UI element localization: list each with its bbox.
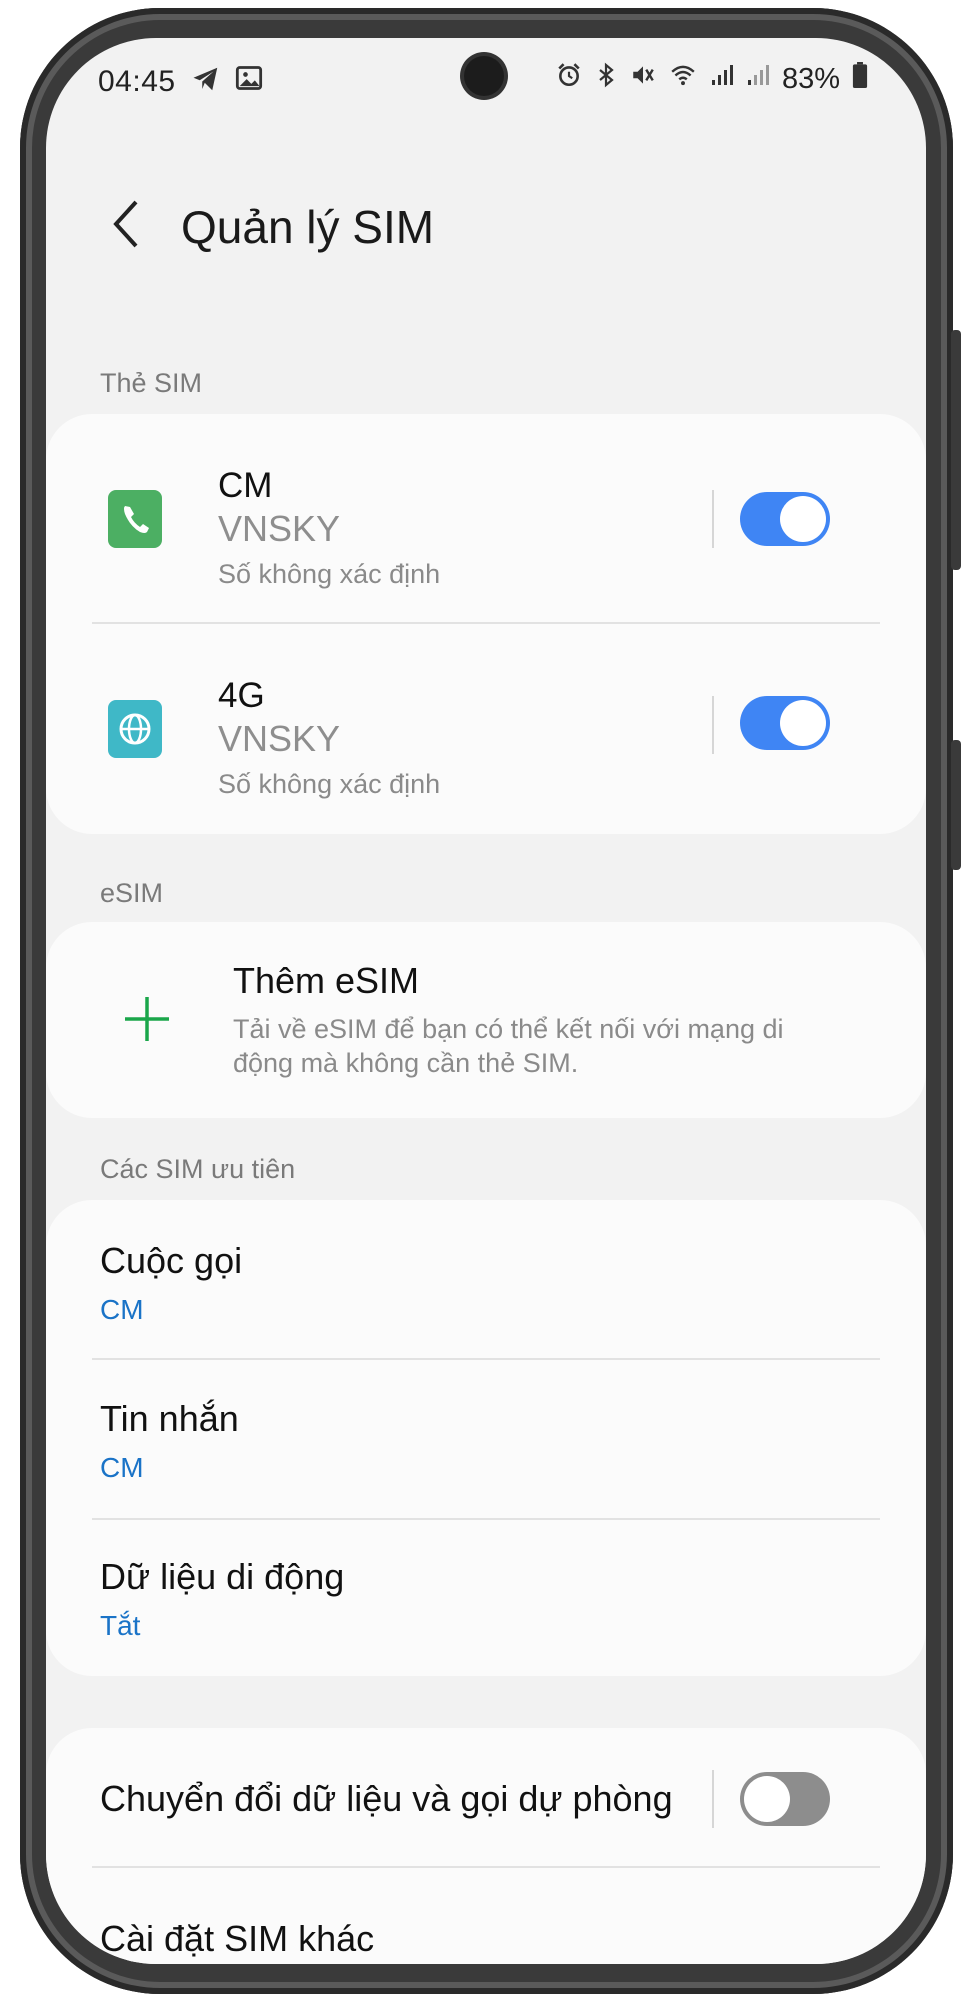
sim-row-4g[interactable]: 4G VNSKY Số không xác định <box>46 624 926 832</box>
status-time: 04:45 <box>98 65 176 98</box>
sim-carrier: VNSKY <box>218 508 341 549</box>
page-title: Quản lý SIM <box>181 201 435 253</box>
alarm-icon <box>556 62 582 96</box>
pref-title: Tin nhắn <box>100 1398 239 1439</box>
front-camera <box>464 56 504 96</box>
back-button[interactable] <box>96 194 156 254</box>
pref-title: Dữ liệu di động <box>100 1556 345 1597</box>
fallback-toggle[interactable] <box>740 1772 830 1826</box>
gallery-icon <box>235 64 263 102</box>
add-esim-row[interactable]: Thêm eSIM Tải về eSIM để bạn có thể kết … <box>46 922 926 1118</box>
vertical-divider <box>712 1770 714 1828</box>
pref-title: Cuộc gọi <box>100 1240 243 1281</box>
section-label-sim-cards: Thẻ SIM <box>100 368 203 398</box>
fallback-label: Chuyển đổi dữ liệu và gọi dự phòng <box>100 1778 673 1819</box>
mute-icon <box>630 62 656 96</box>
wifi-icon <box>668 62 698 96</box>
phone-sim-icon <box>108 490 162 548</box>
chevron-left-icon <box>113 200 138 248</box>
screen: 04:45 83% Quản lý SIM Thẻ SIM CM VNSKY S… <box>46 38 926 1964</box>
fallback-row[interactable]: Chuyển đổi dữ liệu và gọi dự phòng <box>46 1728 926 1866</box>
battery-icon <box>852 62 868 96</box>
app-bar: Quản lý SIM <box>46 188 926 268</box>
telegram-icon <box>191 64 221 102</box>
more-sim-settings-label: Cài đặt SIM khác <box>100 1918 375 1959</box>
signal-icon <box>710 62 734 96</box>
esim-card: Thêm eSIM Tải về eSIM để bạn có thể kết … <box>46 922 926 1118</box>
sim-cards-card: CM VNSKY Số không xác định 4G VNSKY Số k… <box>46 414 926 834</box>
vertical-divider <box>712 490 714 548</box>
section-label-esim: eSIM <box>100 878 164 908</box>
sim-number: Số không xác định <box>218 559 441 589</box>
preferred-calls-row[interactable]: Cuộc gọi CM <box>46 1200 926 1358</box>
sim-number: Số không xác định <box>218 769 441 799</box>
sim-cm-toggle[interactable] <box>740 492 830 546</box>
section-label-preferred: Các SIM ưu tiên <box>100 1154 296 1184</box>
add-esim-desc: Tải về eSIM để bạn có thể kết nối với mạ… <box>233 1014 784 1044</box>
signal-icon <box>746 62 770 96</box>
pref-value: Tắt <box>100 1610 141 1641</box>
sim-row-cm[interactable]: CM VNSKY Số không xác định <box>46 414 926 622</box>
plus-icon <box>125 997 169 1041</box>
preferred-sims-card: Cuộc gọi CM Tin nhắn CM Dữ liệu di động … <box>46 1200 926 1676</box>
preferred-messages-row[interactable]: Tin nhắn CM <box>46 1360 926 1518</box>
status-bar: 04:45 83% <box>46 38 926 128</box>
bluetooth-icon <box>594 62 618 96</box>
preferred-mobile-data-row[interactable]: Dữ liệu di động Tắt <box>46 1520 926 1676</box>
globe-sim-icon <box>108 700 162 758</box>
sim-carrier: VNSKY <box>218 718 341 759</box>
power-button <box>951 740 961 870</box>
volume-button <box>951 330 961 570</box>
pref-value: CM <box>100 1452 144 1483</box>
sim-name: 4G <box>218 676 265 715</box>
vertical-divider <box>712 696 714 754</box>
more-sim-settings-row[interactable]: Cài đặt SIM khác <box>46 1868 926 1964</box>
battery-percent: 83% <box>781 62 840 95</box>
sim-4g-toggle[interactable] <box>740 696 830 750</box>
sim-name: CM <box>218 466 273 505</box>
pref-value: CM <box>100 1294 144 1325</box>
add-esim-title: Thêm eSIM <box>233 960 420 1001</box>
other-settings-card: Chuyển đổi dữ liệu và gọi dự phòng Cài đ… <box>46 1728 926 1964</box>
add-esim-desc: động mà không cần thẻ SIM. <box>233 1048 579 1078</box>
